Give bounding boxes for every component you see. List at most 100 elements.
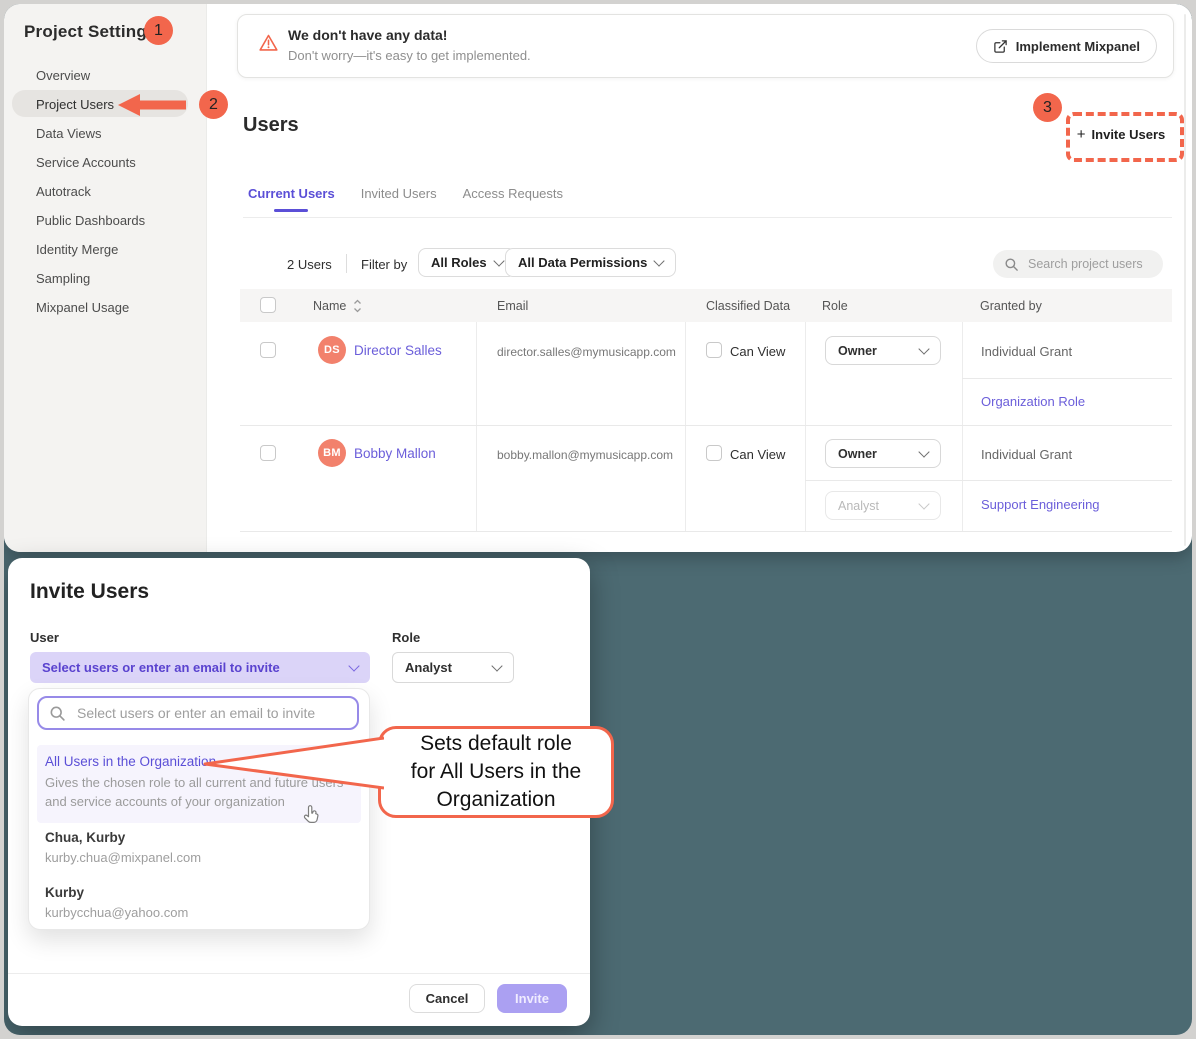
col-header-classified: Classified Data <box>706 299 790 313</box>
external-link-icon <box>993 39 1008 54</box>
callout-line: Organization <box>436 786 555 814</box>
active-tab-underline <box>274 209 308 212</box>
user-search-box[interactable] <box>37 696 359 730</box>
step-2-badge: 2 <box>199 90 228 119</box>
sidebar-item-overview[interactable]: Overview <box>4 61 206 90</box>
table-row: DS Director Salles director.salles@mymus… <box>240 322 1172 425</box>
sidebar-item-autotrack[interactable]: Autotrack <box>4 177 206 206</box>
granted-sub-divider <box>962 378 1172 379</box>
invite-users-button[interactable]: + Invite Users <box>1072 122 1170 146</box>
granted-by-link[interactable]: Organization Role <box>981 394 1085 409</box>
tab-current-users[interactable]: Current Users <box>248 186 335 201</box>
banner-subtitle: Don't worry—it's easy to get implemented… <box>288 48 531 63</box>
search-icon <box>1004 257 1019 272</box>
sidebar-item-service-accounts[interactable]: Service Accounts <box>4 148 206 177</box>
role-field-label: Role <box>392 630 420 645</box>
col-header-email: Email <box>497 299 528 313</box>
plus-icon: + <box>1077 126 1086 143</box>
sidebar-title: Project Settings <box>24 22 157 42</box>
role-value: Owner <box>838 447 877 461</box>
invite-users-label: Invite Users <box>1092 127 1166 142</box>
filter-separator <box>346 254 347 273</box>
search-input[interactable] <box>1026 256 1150 272</box>
role-select-dropdown[interactable]: Analyst <box>392 652 514 683</box>
col-header-name[interactable]: Name <box>313 299 346 313</box>
tab-access-requests[interactable]: Access Requests <box>463 186 563 201</box>
chevron-down-icon <box>918 343 929 354</box>
permissions-filter-dropdown[interactable]: All Data Permissions <box>505 248 676 277</box>
option-user-email: kurby.chua@mixpanel.com <box>45 850 201 865</box>
user-search-input[interactable] <box>75 704 329 722</box>
step-2-arrow <box>118 92 186 118</box>
project-users-search[interactable] <box>993 250 1163 278</box>
role-value: Analyst <box>838 499 879 513</box>
role-dropdown[interactable]: Owner <box>825 336 941 365</box>
user-name-link[interactable]: Bobby Mallon <box>354 446 436 461</box>
tabs-divider <box>243 217 1172 218</box>
chevron-down-icon <box>491 660 502 671</box>
user-email: director.salles@mymusicapp.com <box>497 345 676 359</box>
sidebar-item-identity-merge[interactable]: Identity Merge <box>4 235 206 264</box>
users-table: Name Email Classified Data Role Granted … <box>240 289 1172 531</box>
can-view-checkbox[interactable] <box>706 445 722 461</box>
row-checkbox[interactable] <box>260 445 276 461</box>
step-3-badge: 3 <box>1033 93 1062 122</box>
invite-submit-button[interactable]: Invite <box>497 984 567 1013</box>
chevron-down-icon <box>654 255 665 266</box>
callout-tail <box>201 730 384 794</box>
user-options-panel: All Users in the Organization Gives the … <box>28 688 370 930</box>
user-count: 2 Users <box>287 257 332 272</box>
page-title: Users <box>243 114 299 137</box>
option-user-name: Chua, Kurby <box>45 830 125 845</box>
chevron-down-icon <box>918 446 929 457</box>
table-header: Name Email Classified Data Role Granted … <box>240 289 1172 322</box>
cursor-pointer-icon <box>301 803 322 826</box>
sort-icon[interactable] <box>353 299 362 313</box>
project-settings-panel: Project Settings Overview Project Users … <box>4 4 1192 552</box>
user-name-link[interactable]: Director Salles <box>354 343 442 358</box>
warning-icon <box>258 32 279 53</box>
option-user[interactable]: Kurby <box>45 884 84 902</box>
sidebar-item-public-dashboards[interactable]: Public Dashboards <box>4 206 206 235</box>
role-dropdown[interactable]: Owner <box>825 439 941 468</box>
screenshot-stage: Project Settings Overview Project Users … <box>0 0 1196 1039</box>
select-all-checkbox[interactable] <box>260 297 276 313</box>
callout-line: Sets default role <box>420 730 572 758</box>
col-header-granted-by: Granted by <box>980 299 1042 313</box>
app-window: Project Settings Overview Project Users … <box>4 4 1192 1035</box>
roles-filter-dropdown[interactable]: All Roles <box>418 248 516 277</box>
step-1-badge: 1 <box>144 16 173 45</box>
settings-sidebar: Project Settings Overview Project Users … <box>4 4 207 552</box>
granted-by-text: Individual Grant <box>981 344 1072 359</box>
user-select-dropdown[interactable]: Select users or enter an email to invite <box>30 652 370 683</box>
scrollbar-track[interactable] <box>1184 14 1186 546</box>
granted-by-link[interactable]: Support Engineering <box>981 497 1100 512</box>
sidebar-item-sampling[interactable]: Sampling <box>4 264 206 293</box>
option-user-name: Kurby <box>45 885 84 900</box>
implement-mixpanel-label: Implement Mixpanel <box>1016 39 1140 54</box>
sidebar-item-data-views[interactable]: Data Views <box>4 119 206 148</box>
modal-title: Invite Users <box>30 580 149 604</box>
role-dropdown-disabled: Analyst <box>825 491 941 520</box>
cancel-button[interactable]: Cancel <box>409 984 485 1013</box>
user-select-value: Select users or enter an email to invite <box>42 660 280 675</box>
callout-line: for All Users in the <box>411 758 581 786</box>
tab-invited-users[interactable]: Invited Users <box>361 186 437 201</box>
users-tabs: Current Users Invited Users Access Reque… <box>248 186 563 201</box>
can-view-label: Can View <box>730 344 785 359</box>
table-bottom-border <box>240 531 1172 532</box>
avatar: DS <box>318 336 346 364</box>
role-value: Owner <box>838 344 877 358</box>
granted-by-text: Individual Grant <box>981 447 1072 462</box>
banner-title: We don't have any data! <box>288 27 447 43</box>
sidebar-item-mixpanel-usage[interactable]: Mixpanel Usage <box>4 293 206 322</box>
roles-filter-label: All Roles <box>431 255 487 270</box>
implement-mixpanel-button[interactable]: Implement Mixpanel <box>976 29 1157 63</box>
chevron-down-icon <box>348 660 359 671</box>
user-email: bobby.mallon@mymusicapp.com <box>497 448 673 462</box>
option-user[interactable]: Chua, Kurby <box>45 829 125 847</box>
can-view-checkbox[interactable] <box>706 342 722 358</box>
table-row: BM Bobby Mallon bobby.mallon@mymusicapp.… <box>240 425 1172 531</box>
row-checkbox[interactable] <box>260 342 276 358</box>
filter-by-label: Filter by <box>361 257 407 272</box>
